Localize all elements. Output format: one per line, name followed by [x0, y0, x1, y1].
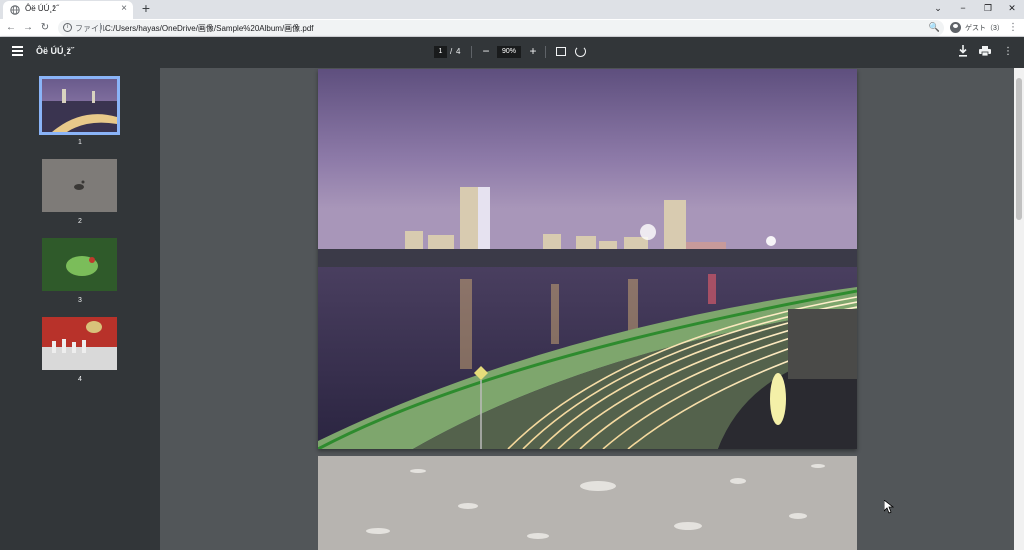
document-title: Ôë ÚÚ¸ž˝ [36, 46, 74, 56]
download-icon[interactable] [958, 45, 968, 57]
thumbnail-image-2 [42, 159, 117, 212]
thumbnail-page-4[interactable] [42, 317, 117, 370]
toolbar-divider [471, 46, 472, 58]
total-pages: 4 [456, 47, 461, 56]
new-tab-button[interactable]: + [139, 1, 153, 15]
tab-active[interactable]: Ôë ÚÚ¸ž˝ × [3, 1, 133, 19]
thumbnail-page-2[interactable] [42, 159, 117, 212]
scrollbar-thumb[interactable] [1016, 78, 1022, 220]
hamburger-menu-icon[interactable] [12, 46, 23, 56]
thumbnail-label: 4 [78, 376, 82, 383]
tab-title: Ôë ÚÚ¸ž˝ [25, 4, 59, 13]
browser-toolbar: ← → ↻ i ファイル C:/Users/hayas/OneDrive/画像/… [0, 19, 1024, 37]
forward-button[interactable]: → [21, 21, 35, 35]
pdf-viewer[interactable] [160, 68, 1014, 550]
zoom-in-button[interactable]: + [527, 44, 539, 58]
close-window-button[interactable]: ✕ [1004, 2, 1020, 14]
thumbnail-page-1[interactable] [39, 76, 120, 135]
info-icon[interactable]: i [63, 23, 72, 32]
page-2-photo [318, 456, 857, 550]
page-separator: / [450, 47, 453, 56]
tab-strip: Ôë ÚÚ¸ž˝ × + ⌄ − ❐ ✕ [0, 0, 1024, 19]
thumbnail-label: 2 [78, 218, 82, 225]
zoom-out-button[interactable]: − [480, 44, 492, 58]
zoom-input[interactable]: 90% [497, 46, 521, 58]
rotate-icon[interactable] [575, 46, 586, 57]
tab-close-icon[interactable]: × [121, 3, 127, 15]
profile-name: ゲスト（3） [965, 25, 1004, 32]
pdf-more-icon[interactable]: ⋮ [1003, 45, 1013, 59]
minimize-button[interactable]: − [955, 2, 971, 14]
page-number-input[interactable]: 1 [434, 46, 447, 58]
globe-icon [10, 5, 20, 15]
restore-button[interactable]: ❐ [980, 2, 996, 14]
thumbnail-page-3[interactable] [42, 238, 117, 291]
mouse-cursor-icon [884, 500, 894, 514]
url-text[interactable]: C:/Users/hayas/OneDrive/画像/Sample%20Albu… [105, 23, 314, 34]
back-button[interactable]: ← [4, 21, 18, 35]
address-bar[interactable]: i ファイル C:/Users/hayas/OneDrive/画像/Sample… [58, 20, 944, 36]
thumbnail-label: 1 [78, 139, 82, 146]
thumbnail-image-4 [42, 317, 117, 370]
pdf-page-1 [318, 69, 857, 449]
tab-search-icon[interactable]: ⌄ [930, 2, 946, 14]
browser-menu-icon[interactable]: ⋮ [1008, 21, 1018, 35]
pdf-page-2 [318, 456, 857, 550]
zoom-icon[interactable]: 🔍 [929, 22, 940, 33]
thumbnail-label: 3 [78, 297, 82, 304]
page-1-photo [318, 69, 857, 449]
address-separator [100, 23, 101, 33]
print-icon[interactable] [979, 46, 991, 56]
file-label: ファイル [75, 24, 107, 33]
toolbar-divider [545, 46, 546, 58]
avatar-icon [950, 22, 961, 33]
thumbnail-image-1 [42, 79, 117, 132]
thumbnail-sidebar: 1 2 3 4 [0, 68, 160, 550]
pdf-toolbar: Ôë ÚÚ¸ž˝ 1 / 4 − 90% + ⋮ [0, 37, 1024, 68]
fit-page-icon[interactable] [556, 47, 566, 56]
thumbnail-image-3 [42, 238, 117, 291]
reload-button[interactable]: ↻ [38, 21, 52, 35]
